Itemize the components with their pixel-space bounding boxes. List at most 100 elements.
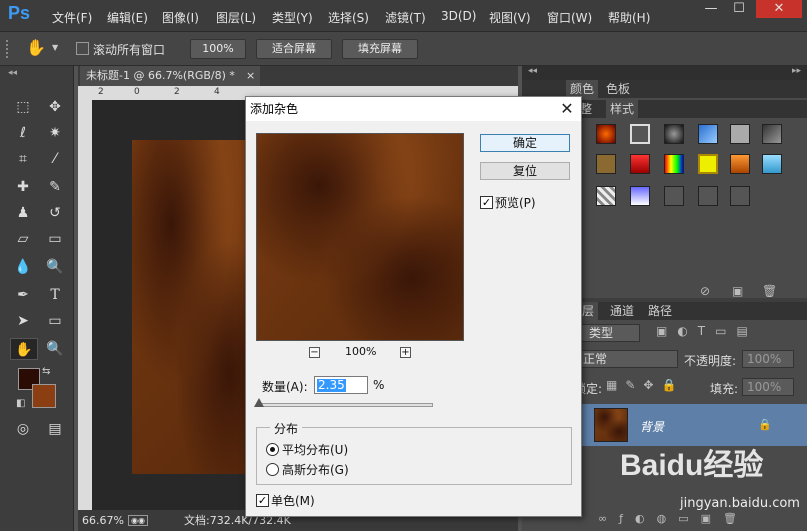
close-window-button[interactable]: ✕ bbox=[756, 0, 802, 18]
gradient-tool-icon[interactable]: ▭ bbox=[44, 228, 66, 250]
style-swatch[interactable] bbox=[630, 186, 650, 206]
type-tool-icon[interactable]: T bbox=[44, 284, 66, 306]
screen-mode-icon[interactable]: ▤ bbox=[44, 418, 66, 440]
style-swatch[interactable] bbox=[762, 124, 782, 144]
collapse-icon[interactable]: ◂◂ bbox=[528, 66, 537, 76]
bar-grip[interactable] bbox=[6, 40, 14, 58]
hand-tool-button-icon[interactable]: ✋ bbox=[10, 338, 38, 360]
ok-button[interactable]: 确定 bbox=[480, 134, 570, 152]
history-brush-icon[interactable]: ↺ bbox=[44, 202, 66, 224]
tab-paths[interactable]: 路径 bbox=[648, 302, 672, 320]
zoom-tool-icon[interactable]: 🔍 bbox=[44, 338, 66, 360]
collapse-icon[interactable]: ◂◂ bbox=[8, 68, 17, 78]
zoom-out-icon[interactable]: − bbox=[309, 347, 320, 358]
amount-slider-track[interactable] bbox=[258, 403, 433, 407]
tab-channels[interactable]: 通道 bbox=[610, 302, 634, 320]
amount-input[interactable]: 2.35 bbox=[314, 376, 368, 394]
document-canvas[interactable] bbox=[132, 140, 262, 474]
fill-screen-button[interactable]: 填充屏幕 bbox=[342, 39, 418, 59]
healing-brush-icon[interactable]: ✚ bbox=[12, 176, 34, 198]
blend-mode-select[interactable]: 正常 bbox=[578, 350, 678, 368]
style-swatch[interactable] bbox=[630, 124, 650, 144]
gaussian-radio[interactable] bbox=[266, 463, 279, 476]
status-info-icon[interactable]: ◉◉ bbox=[128, 515, 148, 526]
menu-type[interactable]: 类型(Y) bbox=[272, 9, 313, 26]
magic-wand-icon[interactable]: ✷ bbox=[44, 122, 66, 144]
layer-thumbnail[interactable] bbox=[594, 408, 628, 442]
shape-tool-icon[interactable]: ▭ bbox=[44, 310, 66, 332]
layer-kind-filter[interactable]: 类型 bbox=[578, 324, 640, 342]
style-swatch[interactable] bbox=[664, 186, 684, 206]
fit-screen-button[interactable]: 适合屏幕 bbox=[256, 39, 332, 59]
style-swatch[interactable] bbox=[730, 186, 750, 206]
style-swatch[interactable] bbox=[730, 124, 750, 144]
brush-tool-icon[interactable]: ✎ bbox=[44, 176, 66, 198]
tab-styles[interactable]: 样式 bbox=[606, 100, 639, 118]
hand-tool-icon[interactable]: ✋ bbox=[26, 38, 46, 57]
layers-footer-icons[interactable]: ∞ƒ◐◍▭▣🗑 bbox=[598, 512, 749, 525]
zoom-100-button[interactable]: 100% bbox=[190, 39, 246, 59]
tab-swatches[interactable]: 色板 bbox=[606, 80, 630, 98]
menu-view[interactable]: 视图(V) bbox=[489, 9, 531, 26]
style-swatch[interactable] bbox=[664, 154, 684, 174]
blur-tool-icon[interactable]: 💧 bbox=[12, 256, 34, 278]
menu-3d[interactable]: 3D(D) bbox=[441, 9, 476, 23]
layer-name[interactable]: 背景 bbox=[640, 418, 664, 435]
tool-preset-arrow-icon[interactable]: ▼ bbox=[52, 43, 58, 52]
style-swatch[interactable] bbox=[698, 186, 718, 206]
monochromatic-checkbox[interactable]: ✓ bbox=[256, 494, 269, 507]
style-swatch[interactable] bbox=[698, 154, 718, 174]
document-tab-close-icon[interactable]: × bbox=[246, 66, 255, 86]
zoom-level[interactable]: 66.67% bbox=[82, 510, 124, 531]
menu-help[interactable]: 帮助(H) bbox=[608, 9, 650, 26]
clear-style-icon[interactable]: ⊘ bbox=[700, 284, 710, 298]
menu-image[interactable]: 图像(I) bbox=[162, 9, 199, 26]
eyedropper-icon[interactable]: ⁄ bbox=[44, 148, 66, 170]
eraser-tool-icon[interactable]: ▱ bbox=[12, 228, 34, 250]
new-style-icon[interactable]: ▣ bbox=[732, 284, 743, 298]
maximize-button[interactable]: ☐ bbox=[726, 0, 752, 18]
fill-field[interactable]: 100% bbox=[742, 378, 794, 396]
noise-preview[interactable] bbox=[256, 133, 464, 341]
style-swatch[interactable] bbox=[698, 124, 718, 144]
delete-style-icon[interactable]: 🗑 bbox=[762, 284, 777, 298]
opacity-field[interactable]: 100% bbox=[742, 350, 794, 368]
scroll-all-checkbox[interactable] bbox=[76, 42, 89, 55]
style-swatch[interactable] bbox=[596, 124, 616, 144]
default-colors-icon[interactable]: ◧ bbox=[16, 398, 25, 409]
dialog-close-icon[interactable]: ✕ bbox=[556, 98, 578, 120]
dodge-tool-icon[interactable]: 🔍 bbox=[44, 256, 66, 278]
style-swatch[interactable] bbox=[762, 154, 782, 174]
path-select-icon[interactable]: ➤ bbox=[12, 310, 34, 332]
document-tab[interactable]: 未标题-1 @ 66.7%(RGB/8) * × bbox=[80, 66, 260, 86]
stamp-tool-icon[interactable]: ♟ bbox=[12, 202, 34, 224]
style-swatch[interactable] bbox=[596, 154, 616, 174]
menu-window[interactable]: 窗口(W) bbox=[547, 9, 592, 26]
uniform-radio[interactable] bbox=[266, 443, 279, 456]
style-swatch[interactable] bbox=[630, 154, 650, 174]
lasso-tool-icon[interactable]: ℓ bbox=[12, 122, 34, 144]
marquee-tool-icon[interactable]: ⬚ bbox=[12, 96, 34, 118]
swap-colors-icon[interactable]: ⇆ bbox=[42, 366, 50, 377]
expand-icon[interactable]: ▸▸ bbox=[792, 66, 801, 76]
menu-edit[interactable]: 编辑(E) bbox=[107, 9, 148, 26]
menu-filter[interactable]: 滤镜(T) bbox=[385, 9, 426, 26]
preview-checkbox[interactable]: ✓ bbox=[480, 196, 493, 209]
style-swatch[interactable] bbox=[730, 154, 750, 174]
style-swatch[interactable] bbox=[664, 124, 684, 144]
reset-button[interactable]: 复位 bbox=[480, 162, 570, 180]
amount-slider-handle[interactable] bbox=[254, 398, 265, 407]
background-color-swatch[interactable] bbox=[32, 384, 56, 408]
style-swatch[interactable] bbox=[596, 186, 616, 206]
quick-mask-icon[interactable]: ◎ bbox=[12, 418, 34, 440]
minimize-button[interactable]: — bbox=[698, 0, 724, 18]
lock-icons[interactable]: ▦✎✥🔒 bbox=[606, 378, 684, 392]
menu-file[interactable]: 文件(F) bbox=[52, 9, 92, 26]
pen-tool-icon[interactable]: ✒ bbox=[12, 284, 34, 306]
zoom-in-icon[interactable]: + bbox=[400, 347, 411, 358]
menu-layer[interactable]: 图层(L) bbox=[216, 9, 256, 26]
crop-tool-icon[interactable]: ⌗ bbox=[12, 148, 34, 170]
layer-filter-icons[interactable]: ▣◐T▭▤ bbox=[656, 324, 758, 338]
move-tool-icon[interactable]: ✥ bbox=[44, 96, 66, 118]
menu-select[interactable]: 选择(S) bbox=[328, 9, 369, 26]
